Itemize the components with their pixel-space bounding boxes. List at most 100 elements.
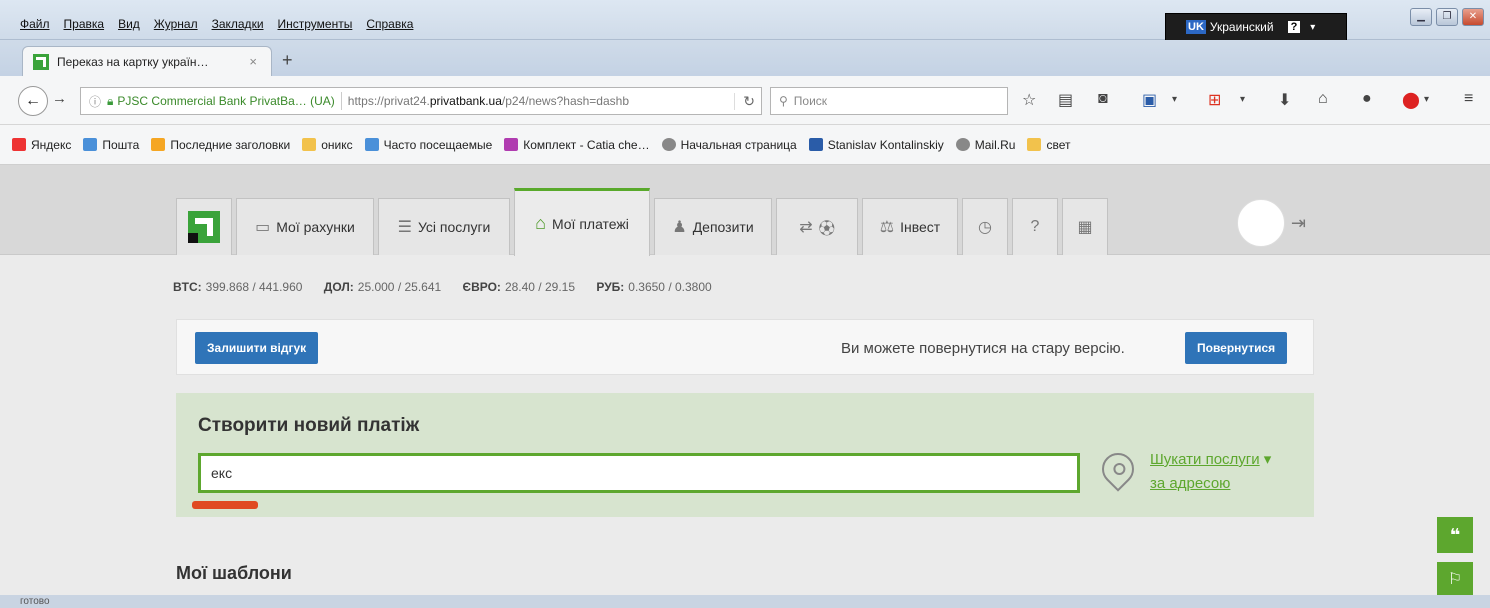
tab-invest[interactable]: ⚖ Інвест: [862, 198, 958, 255]
bookmark-folder-onyx[interactable]: оникс: [302, 138, 353, 152]
bookmark-mailru[interactable]: Mail.Ru: [955, 138, 1015, 152]
address-bar[interactable]: ⓘ 🔒︎ PJSC Commercial Bank PrivatBa… (UA)…: [80, 87, 762, 115]
list-icon: ☰: [397, 219, 412, 236]
forward-button[interactable]: →: [52, 90, 67, 107]
search-by-address-link[interactable]: Шукати послуги ▾ за адресою: [1150, 448, 1271, 496]
site-identity[interactable]: PJSC Commercial Bank PrivatBa… (UA): [117, 94, 334, 108]
lock-icon[interactable]: 🔒︎: [107, 94, 113, 109]
rate-label: ДОЛ:: [323, 280, 354, 294]
download-icon[interactable]: ⬇: [1278, 90, 1291, 110]
avatar[interactable]: [1237, 199, 1285, 247]
status-bar: готово: [0, 595, 1490, 608]
adblock-icon[interactable]: ⬤: [1402, 90, 1420, 110]
bookmark-yandex[interactable]: Яндекс: [12, 138, 71, 152]
menu-file[interactable]: Файл: [20, 17, 50, 31]
privat24-logo[interactable]: [176, 198, 232, 255]
return-button[interactable]: Повернутися: [1185, 332, 1288, 364]
language-dropdown-icon[interactable]: ▾: [1310, 22, 1315, 33]
back-button[interactable]: ←: [18, 86, 48, 116]
bookmark-start-page[interactable]: Начальная страница: [661, 138, 797, 152]
adblock-dropdown-icon[interactable]: ▾: [1424, 94, 1429, 105]
language-bar[interactable]: UK Украинский ? ▾: [1165, 13, 1347, 41]
payment-search-input[interactable]: екс: [198, 453, 1080, 493]
url-prefix: https://privat24.: [347, 94, 430, 108]
bookmark-mail[interactable]: Пошта: [83, 138, 139, 152]
pocket-icon[interactable]: ◙: [1098, 90, 1108, 108]
invest-icon: ⚖: [879, 219, 895, 236]
new-payment-title: Створити новий платіж: [198, 415, 420, 436]
vk-icon: [808, 138, 823, 151]
tab-help[interactable]: ?: [1012, 198, 1058, 255]
new-tab-button[interactable]: +: [282, 50, 293, 71]
location-pin-icon[interactable]: [1095, 446, 1141, 492]
rate-value: 28.40 / 29.15: [504, 280, 575, 294]
tab-all-services-label: Усі послуги: [417, 219, 491, 235]
yandex-icon: [12, 138, 26, 151]
rate-label: BTC:: [173, 280, 202, 294]
tab-transport[interactable]: ⇄ ⚽︎: [776, 198, 858, 255]
tab-my-payments[interactable]: ⌂ Мої платежі: [514, 188, 650, 256]
browser-tab[interactable]: Переказ на картку україн… ×: [22, 46, 272, 76]
flag-widget-icon[interactable]: ⚐: [1437, 562, 1473, 595]
menu-history[interactable]: Журнал: [154, 17, 198, 31]
bookmark-star-icon[interactable]: ☆: [1022, 90, 1036, 110]
logout-icon[interactable]: ⇥: [1291, 213, 1306, 234]
bookmark-label: Последние заголовки: [170, 137, 291, 152]
leave-feedback-button[interactable]: Залишити відгук: [195, 332, 319, 364]
minimize-button[interactable]: ▁: [1410, 8, 1432, 26]
save-dropdown-icon[interactable]: ▾: [1172, 94, 1177, 105]
addon-dropdown-icon[interactable]: ▾: [1240, 94, 1245, 105]
home-icon[interactable]: ⌂: [1318, 90, 1328, 108]
menu-help[interactable]: Справка: [366, 17, 413, 31]
language-name: Украинский: [1209, 20, 1274, 34]
menu-tools[interactable]: Инструменты: [278, 17, 353, 31]
addon-plus-icon[interactable]: ⊞: [1208, 90, 1221, 110]
bookmark-vk[interactable]: Stanislav Kontalinskiy: [808, 137, 944, 152]
save-icon[interactable]: ▣: [1142, 90, 1157, 110]
bookmark-most-visited[interactable]: Часто посещаемые: [364, 137, 493, 152]
by-address-link[interactable]: за адресою: [1150, 475, 1230, 492]
search-placeholder: Поиск: [793, 94, 828, 108]
restore-button[interactable]: ❐: [1436, 8, 1458, 26]
tab-deposits[interactable]: ♟ Депозити: [654, 198, 772, 255]
language-code: UK: [1186, 20, 1206, 34]
old-version-text: Ви можете повернутися на стару версію.: [841, 340, 1125, 357]
new-payment-panel: Створити новий платіж екс Шукати послуги…: [176, 393, 1314, 517]
url-text[interactable]: https://privat24.privatbank.ua/p24/news?…: [348, 94, 629, 108]
menu-bookmarks[interactable]: Закладки: [212, 17, 264, 31]
bookmark-label: Stanislav Kontalinskiy: [827, 137, 944, 152]
rate-label: ЄВРО:: [462, 280, 501, 294]
reading-list-icon[interactable]: ▤: [1058, 90, 1073, 110]
tab-invest-label: Інвест: [900, 219, 941, 235]
search-icon: ⚲: [779, 94, 788, 108]
rate-value: 0.3650 / 0.3800: [628, 280, 712, 294]
close-window-button[interactable]: ✕: [1462, 8, 1484, 26]
bookmark-folder-light[interactable]: свет: [1027, 138, 1070, 152]
tab-my-accounts[interactable]: ▭ Мої рахунки: [236, 198, 374, 255]
rss-icon: [151, 138, 166, 151]
bookmark-label: Яндекс: [31, 137, 72, 152]
tab-close-icon[interactable]: ×: [249, 54, 257, 69]
search-services-link[interactable]: Шукати послуги: [1150, 451, 1260, 468]
card-icon: ▭: [255, 219, 271, 236]
reload-icon[interactable]: ↻: [734, 93, 755, 110]
tab-strip: Переказ на картку україн… × +: [0, 40, 1490, 76]
help-icon[interactable]: ?: [1287, 21, 1301, 33]
bookmark-label: Часто посещаемые: [383, 137, 493, 152]
tab-shop[interactable]: ▦: [1062, 198, 1108, 255]
help-icon: ?: [1030, 218, 1040, 235]
tab-all-services[interactable]: ☰ Усі послуги: [378, 198, 510, 255]
hamburger-menu-icon[interactable]: ≡: [1464, 90, 1473, 108]
search-bar[interactable]: ⚲ Поиск: [770, 87, 1008, 115]
menu-edit[interactable]: Правка: [64, 17, 105, 31]
menu-view[interactable]: Вид: [118, 17, 140, 31]
piggy-bank-icon: ♟: [672, 219, 687, 236]
red-highlight-mark: [192, 501, 258, 509]
tab-timer[interactable]: ◷: [962, 198, 1008, 255]
url-suffix: /p24/news?hash=dashb: [501, 94, 629, 108]
chat-widget-icon[interactable]: ❝: [1437, 517, 1473, 553]
bookmark-rss[interactable]: Последние заголовки: [151, 138, 290, 152]
bookmark-catia[interactable]: Комплект - Catia che…: [504, 138, 650, 152]
chat-icon[interactable]: ●: [1362, 90, 1372, 108]
info-icon[interactable]: ⓘ: [89, 93, 101, 110]
